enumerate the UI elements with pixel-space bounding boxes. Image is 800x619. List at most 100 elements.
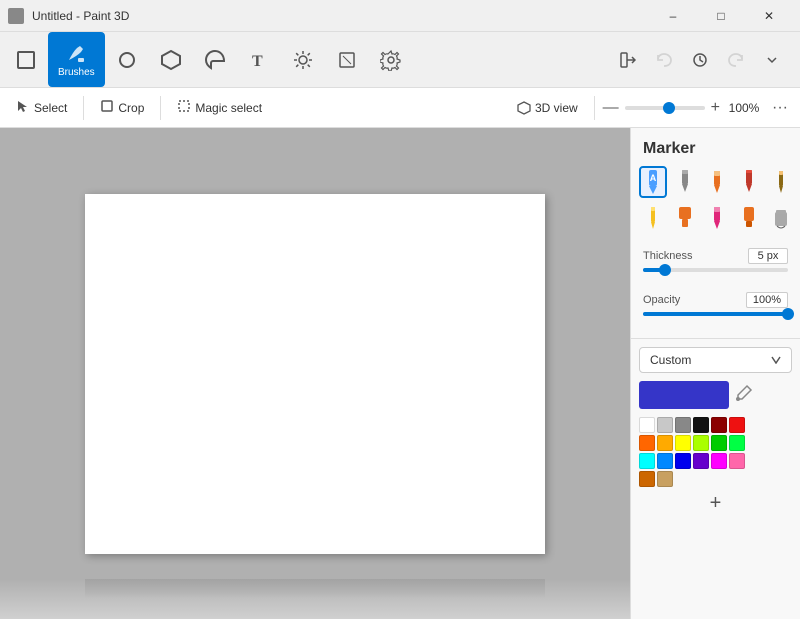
crop-tool-icon [100, 99, 114, 116]
select-tool[interactable]: Select [8, 95, 75, 120]
zoom-slider[interactable] [625, 106, 705, 110]
ribbon-brushes[interactable]: Brushes [48, 32, 105, 87]
shapes2d-icon [115, 48, 139, 72]
brush-marker-orange[interactable] [703, 166, 731, 198]
color-row-1 [639, 417, 792, 433]
opacity-label: Opacity [643, 294, 680, 306]
swatch-brightgreen[interactable] [729, 435, 745, 451]
swatch-magenta[interactable] [711, 453, 727, 469]
brush-marker-orange2[interactable] [735, 202, 763, 234]
toolbar-separator-3 [594, 96, 595, 120]
canvas-shadow [85, 579, 545, 599]
swatch-pink[interactable] [729, 453, 745, 469]
color-section: Custom [631, 347, 800, 525]
swatch-tan[interactable] [657, 471, 673, 487]
brush-pencil-yellow[interactable] [639, 202, 667, 234]
title-bar: Untitled - Paint 3D – □ ✕ [0, 0, 800, 32]
title-bar-controls: – □ ✕ [650, 0, 792, 32]
brush-bucket[interactable] [767, 202, 795, 234]
eyedropper-button[interactable] [735, 384, 753, 407]
color-row-4 [639, 471, 792, 487]
ribbon-text[interactable]: T [237, 32, 281, 87]
swatch-cyan[interactable] [639, 453, 655, 469]
view-3d-button[interactable]: 3D view [509, 97, 586, 119]
add-color-button[interactable]: + [639, 489, 792, 517]
settings-icon [379, 48, 403, 72]
ribbon-effects[interactable] [281, 32, 325, 87]
magic-select-tool[interactable]: Magic select [169, 95, 270, 120]
opacity-label-row: Opacity 100% [643, 292, 788, 308]
color-preview[interactable] [639, 381, 729, 409]
ribbon-chevron[interactable] [756, 44, 788, 76]
swatch-lightgray[interactable] [657, 417, 673, 433]
swatch-amber[interactable] [657, 435, 673, 451]
swatch-yellow[interactable] [675, 435, 691, 451]
opacity-slider[interactable] [643, 312, 788, 316]
swatch-darkblue[interactable] [675, 453, 691, 469]
view-3d-label: 3D view [535, 101, 578, 115]
swatch-purple[interactable] [693, 453, 709, 469]
select-icon [16, 99, 30, 116]
canvas-area[interactable] [0, 128, 630, 619]
brush-marker-wide[interactable] [671, 202, 699, 234]
ribbon-crop[interactable] [325, 32, 369, 87]
brush-pencil-brown[interactable] [767, 166, 795, 198]
brushes-label: Brushes [58, 67, 95, 78]
effects-icon [291, 48, 315, 72]
brush-pen[interactable] [671, 166, 699, 198]
undo-button[interactable] [648, 44, 680, 76]
thickness-slider[interactable] [643, 268, 788, 272]
thickness-slider-thumb[interactable] [659, 264, 671, 276]
close-button[interactable]: ✕ [746, 0, 792, 32]
ribbon-shapes2d[interactable] [105, 32, 149, 87]
swatch-darkred[interactable] [711, 417, 727, 433]
swatch-white[interactable] [639, 417, 655, 433]
zoom-plus-button[interactable]: + [711, 99, 720, 117]
canvas[interactable] [85, 194, 545, 554]
svg-text:A: A [650, 173, 657, 183]
opacity-slider-thumb[interactable] [782, 308, 794, 320]
swatch-green[interactable] [711, 435, 727, 451]
main-area: Marker A [0, 128, 800, 619]
maximize-button[interactable]: □ [698, 0, 744, 32]
brush-pen-dark[interactable] [735, 166, 763, 198]
swatch-blue[interactable] [657, 453, 673, 469]
stickers-icon [203, 48, 227, 72]
thickness-value: 5 px [748, 248, 788, 264]
app-icon [8, 8, 24, 24]
swatch-black[interactable] [693, 417, 709, 433]
crop-tool[interactable]: Crop [92, 95, 152, 120]
history-button[interactable] [684, 44, 716, 76]
text-icon: T [247, 48, 271, 72]
thickness-label-row: Thickness 5 px [643, 248, 788, 264]
swatch-orange[interactable] [639, 435, 655, 451]
ribbon-canvas[interactable] [4, 32, 48, 87]
color-row-3 [639, 453, 792, 469]
brushes-icon [64, 41, 88, 65]
opacity-section: Opacity 100% [631, 286, 800, 330]
ribbon-shapes3d[interactable] [149, 32, 193, 87]
toolbar-more-button[interactable]: ··· [768, 95, 792, 121]
share-button[interactable] [612, 44, 644, 76]
swatch-red[interactable] [729, 417, 745, 433]
opacity-value: 100% [746, 292, 788, 308]
canvas-icon [14, 48, 38, 72]
minimize-button[interactable]: – [650, 0, 696, 32]
svg-text:T: T [252, 53, 263, 70]
ribbon-stickers[interactable] [193, 32, 237, 87]
panel-divider [631, 338, 800, 339]
color-preview-row [639, 381, 792, 409]
crop-icon [335, 48, 359, 72]
brush-marker-pink[interactable] [703, 202, 731, 234]
ribbon-settings[interactable] [369, 32, 413, 87]
toolbar: Select Crop Magic select 3D view — + 100… [0, 88, 800, 128]
swatch-lime[interactable] [693, 435, 709, 451]
swatch-brown[interactable] [639, 471, 655, 487]
zoom-slider-thumb[interactable] [663, 102, 675, 114]
redo-button[interactable] [720, 44, 752, 76]
zoom-minus-button[interactable]: — [603, 99, 619, 117]
brush-marker-a[interactable]: A [639, 166, 667, 198]
swatch-gray[interactable] [675, 417, 691, 433]
toolbar-separator-1 [83, 96, 84, 120]
custom-dropdown[interactable]: Custom [639, 347, 792, 373]
